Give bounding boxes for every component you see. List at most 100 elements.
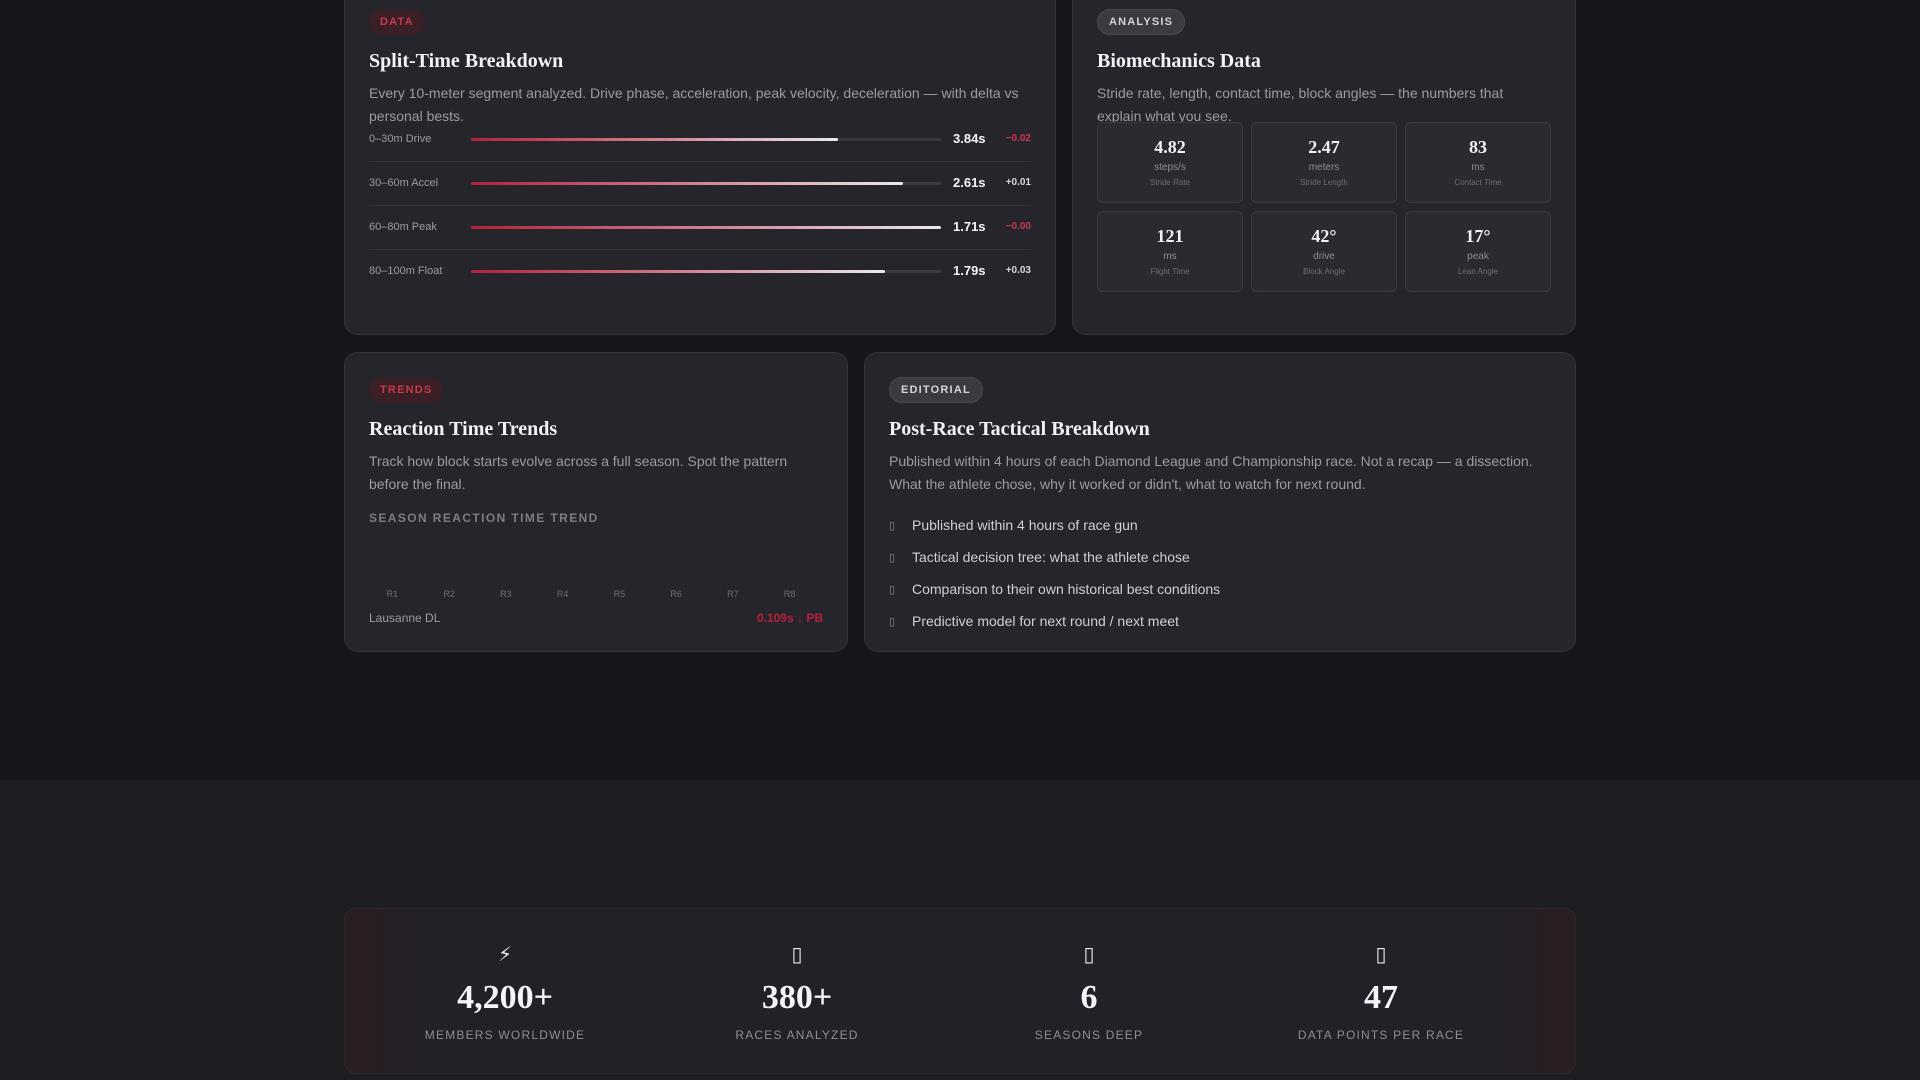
split-label: 30–60m Accel bbox=[369, 177, 439, 189]
chart-tick-label: R6 bbox=[670, 589, 682, 599]
split-progress-fill bbox=[471, 138, 838, 141]
stat-label: DATA POINTS PER RACE bbox=[1297, 1028, 1465, 1042]
reaction-time-chart: R1 R2 R3 R4 R5 R6 R7 R8 bbox=[387, 589, 796, 599]
chart-heading: SEASON REACTION TIME TREND bbox=[369, 511, 599, 525]
clock-icon: ▯ bbox=[889, 519, 896, 532]
card-title: Split-Time Breakdown bbox=[369, 50, 564, 72]
split-delta: +0.03 bbox=[1005, 265, 1031, 276]
metric-cell: 2.47 meters Stride Length bbox=[1251, 122, 1397, 203]
trends-tag: TRENDS bbox=[369, 377, 444, 403]
metric-value: 121 bbox=[1156, 226, 1184, 246]
metric-unit: ms bbox=[1471, 162, 1485, 173]
split-time: 3.84s bbox=[953, 131, 986, 146]
chart-footer-label: Lausanne DL bbox=[369, 611, 441, 625]
metric-value: 83 bbox=[1469, 137, 1487, 157]
metric-cell: 83 ms Contact Time bbox=[1405, 122, 1551, 203]
split-row: 80–100m Float 1.79s +0.03 bbox=[369, 250, 1031, 294]
list-item: ▯ Tactical decision tree: what the athlet… bbox=[889, 541, 1220, 573]
list-item-text: Comparison to their own historical best … bbox=[912, 581, 1221, 597]
split-progress-fill bbox=[471, 182, 904, 185]
split-time: 2.61s bbox=[953, 175, 986, 190]
split-label: 0–30m Drive bbox=[369, 133, 432, 145]
card-description: Track how block starts evolve across a f… bbox=[369, 453, 788, 492]
metric-label: Contact Time bbox=[1454, 178, 1502, 187]
split-progress-track bbox=[471, 226, 941, 229]
metric-cell: 4.82 steps/s Stride Rate bbox=[1097, 122, 1243, 203]
calendar-icon: ▯ bbox=[1083, 944, 1095, 966]
chart-tick-label: R2 bbox=[443, 589, 455, 599]
chart-tick-label: R7 bbox=[727, 589, 739, 599]
list-item-text: Tactical decision tree: what the athlete… bbox=[912, 549, 1190, 565]
metric-label: Lean Angle bbox=[1457, 267, 1499, 276]
chart-tick-label: R8 bbox=[784, 589, 796, 599]
split-progress-track bbox=[471, 182, 941, 185]
split-progress-fill bbox=[471, 270, 885, 273]
chart-tick-label: R3 bbox=[500, 589, 512, 599]
stat-datapoints: ▯ 47 DATA POINTS PER RACE bbox=[1235, 909, 1527, 1073]
split-progress-track bbox=[471, 138, 941, 141]
metric-value: 17° bbox=[1465, 226, 1491, 246]
tree-icon: ▯ bbox=[889, 551, 896, 564]
reaction-trends-card: TRENDS Reaction Time Trends Track how bl… bbox=[344, 352, 848, 652]
list-item: ▯ Published within 4 hours of race gun bbox=[889, 509, 1220, 541]
list-item: ▯ Comparison to their own historical best… bbox=[889, 573, 1220, 605]
editorial-feature-list: ▯ Published within 4 hours of race gun ▯ T… bbox=[889, 509, 1220, 637]
metric-unit: drive bbox=[1313, 251, 1335, 262]
biomechanics-grid: 4.82 steps/s Stride Rate 2.47 meters Str… bbox=[1097, 122, 1551, 292]
stat-label: RACES ANALYZED bbox=[735, 1028, 859, 1042]
editorial-card: EDITORIAL Post-Race Tactical Breakdown P… bbox=[864, 352, 1576, 652]
metric-cell: 121 ms Flight Time bbox=[1097, 211, 1243, 292]
chart-tick-label: R4 bbox=[557, 589, 569, 599]
list-item: ▯ Predictive model for next round / next … bbox=[889, 605, 1220, 637]
stat-value: 47 bbox=[1364, 979, 1398, 1016]
target-icon: ▯ bbox=[889, 615, 896, 628]
metric-cell: 17° peak Lean Angle bbox=[1405, 211, 1551, 292]
chart-icon: ▯ bbox=[889, 583, 896, 596]
stat-seasons: ▯ 6 SEASONS DEEP bbox=[943, 909, 1235, 1073]
stat-label: SEASONS DEEP bbox=[1034, 1028, 1144, 1042]
metric-value: 42° bbox=[1311, 226, 1337, 246]
split-delta: −0.00 bbox=[1005, 221, 1031, 232]
metric-label: Stride Length bbox=[1300, 178, 1348, 187]
card-title: Reaction Time Trends bbox=[369, 418, 558, 440]
split-label: 80–100m Float bbox=[369, 265, 443, 277]
chart-tick-label: R5 bbox=[614, 589, 626, 599]
chart-tick-label: R1 bbox=[387, 589, 399, 599]
data-icon: ▯ bbox=[1375, 944, 1387, 966]
split-row: 30–60m Accel 2.61s +0.01 bbox=[369, 162, 1031, 206]
split-label: 60–80m Peak bbox=[369, 221, 437, 233]
metric-value: 4.82 bbox=[1154, 137, 1186, 157]
stat-label: MEMBERS WORLDWIDE bbox=[424, 1028, 586, 1042]
split-progress-fill bbox=[471, 226, 941, 229]
split-time: 1.79s bbox=[953, 263, 986, 278]
metric-label: Block Angle bbox=[1303, 267, 1345, 276]
stat-value: 4,200+ bbox=[457, 979, 553, 1016]
metric-label: Flight Time bbox=[1150, 267, 1190, 276]
metric-unit: steps/s bbox=[1154, 162, 1186, 173]
split-delta: −0.02 bbox=[1005, 133, 1031, 144]
card-title: Post-Race Tactical Breakdown bbox=[889, 418, 1150, 440]
analysis-tag: ANALYSIS bbox=[1097, 9, 1186, 35]
editorial-tag: EDITORIAL bbox=[889, 377, 983, 403]
metric-unit: meters bbox=[1308, 162, 1340, 173]
races-icon: ▯ bbox=[791, 944, 803, 966]
lightning-icon: ⚡ bbox=[497, 944, 513, 966]
metric-unit: peak bbox=[1467, 251, 1489, 262]
stat-value: 6 bbox=[1080, 979, 1098, 1016]
stats-bar: ⚡ 4,200+ MEMBERS WORLDWIDE ▯ 380+ RACES … bbox=[344, 908, 1576, 1074]
chart-footer-value: 0.109s ↓ PB bbox=[756, 611, 823, 625]
metric-label: Stride Rate bbox=[1149, 178, 1191, 187]
data-tag: DATA bbox=[369, 9, 425, 35]
split-time-card: DATA Split-Time Breakdown Every 10-meter… bbox=[344, 0, 1056, 335]
card-title: Biomechanics Data bbox=[1097, 50, 1261, 72]
split-delta: +0.01 bbox=[1005, 177, 1031, 188]
split-row: 60–80m Peak 1.71s −0.00 bbox=[369, 206, 1031, 250]
stat-value: 380+ bbox=[761, 979, 833, 1016]
split-row: 0–30m Drive 3.84s −0.02 bbox=[369, 118, 1031, 162]
metric-unit: ms bbox=[1163, 251, 1177, 262]
biomechanics-card: ANALYSIS Biomechanics Data Stride rate, … bbox=[1072, 0, 1576, 335]
list-item-text: Predictive model for next round / next m… bbox=[912, 613, 1179, 629]
stat-members: ⚡ 4,200+ MEMBERS WORLDWIDE bbox=[359, 909, 651, 1073]
split-time: 1.71s bbox=[953, 219, 986, 234]
card-description: Published within 4 hours of each Diamond… bbox=[889, 453, 1533, 492]
